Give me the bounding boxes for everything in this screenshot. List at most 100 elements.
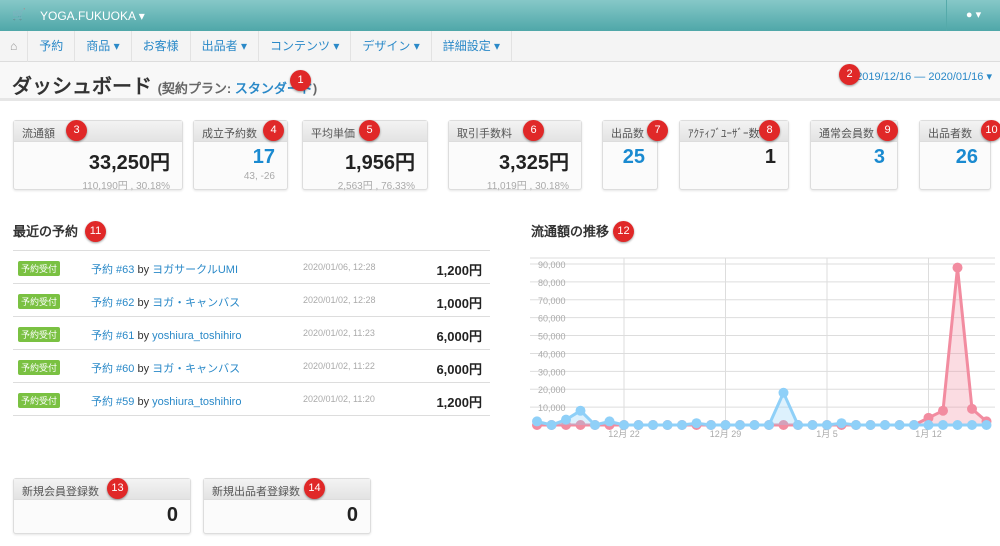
- page-title-text: ダッシュボード: [12, 76, 152, 98]
- reservation-amount: 6,000円: [436, 329, 482, 344]
- data-point: [590, 420, 600, 430]
- stat-value: 0: [346, 504, 358, 526]
- y-tick-label: 30,000: [538, 367, 566, 377]
- by-label: by: [137, 297, 150, 309]
- data-point: [561, 414, 571, 425]
- x-tick-label: 1月 5: [816, 429, 838, 439]
- data-point: [662, 420, 673, 430]
- customer-link[interactable]: ヨガ・キャンバス: [152, 297, 240, 309]
- y-tick-label: 70,000: [538, 296, 566, 306]
- store-switcher[interactable]: YOGA.FUKUOKA ▾: [40, 9, 145, 23]
- nav-contents[interactable]: コンテンツ ▾: [259, 31, 352, 62]
- nav-products[interactable]: 商品 ▾: [75, 31, 132, 62]
- reservation-id[interactable]: 予約 #62: [91, 297, 134, 309]
- data-point: [735, 420, 745, 430]
- data-point: [952, 420, 963, 430]
- stat-comparison: 11,019円 , 30.18%: [486, 181, 569, 192]
- reservation-link[interactable]: 予約 #59 by yoshiura_toshihiro: [91, 393, 241, 409]
- data-point: [532, 416, 542, 427]
- x-tick-label: 1月 12: [915, 429, 942, 439]
- status-badge: 予約受付: [18, 360, 61, 375]
- data-point: [677, 420, 687, 430]
- stat-value: 3: [873, 146, 885, 168]
- chart-title: 流通額の推移: [531, 224, 610, 239]
- data-point: [691, 418, 702, 429]
- date-range-picker[interactable]: 2019/12/16 — 2020/01/16 ▾: [856, 70, 992, 83]
- y-tick-label: 50,000: [538, 332, 566, 342]
- data-point: [967, 403, 977, 414]
- series-line: [537, 267, 988, 427]
- nav-customers[interactable]: お客様: [132, 31, 191, 62]
- status-badge: 予約受付: [18, 327, 61, 342]
- marker: 4: [263, 120, 284, 141]
- by-label: by: [137, 330, 150, 342]
- plan-prefix: (契約プラン:: [157, 81, 235, 96]
- customer-link[interactable]: yoshiura_toshihiro: [152, 330, 241, 342]
- status-badge: 予約受付: [18, 393, 61, 408]
- reservation-id[interactable]: 予約 #60: [91, 363, 134, 375]
- data-point: [749, 420, 760, 430]
- nav-settings[interactable]: 詳細設定 ▾: [432, 31, 513, 62]
- stat-value: 3,325円: [498, 152, 569, 174]
- stat-label: 新規会員登録数: [14, 479, 190, 500]
- plan-suffix: ): [312, 81, 318, 96]
- marker: 3: [66, 120, 87, 141]
- y-tick-label: 90,000: [538, 260, 566, 270]
- customer-link[interactable]: ヨガ・キャンバス: [152, 363, 240, 375]
- user-menu[interactable]: ● ▾: [946, 0, 1000, 31]
- recent-reservations-list: 予約受付 予約 #63 by ヨガサークルUMI 2020/01/06, 12:…: [13, 250, 490, 416]
- table-row: 予約受付 予約 #62 by ヨガ・キャンバス 2020/01/02, 12:2…: [13, 284, 490, 317]
- reservation-id[interactable]: 予約 #61: [91, 330, 134, 342]
- stat-card-new-members: 新規会員登録数 0: [13, 478, 191, 534]
- home-icon[interactable]: ⌂: [0, 31, 29, 62]
- marker: 7: [647, 120, 668, 141]
- reservation-link[interactable]: 予約 #63 by ヨガサークルUMI: [91, 261, 238, 277]
- nav-sellers[interactable]: 出品者 ▾: [191, 31, 259, 62]
- table-row: 予約受付 予約 #63 by ヨガサークルUMI 2020/01/06, 12:…: [13, 251, 490, 284]
- reservation-id[interactable]: 予約 #59: [91, 396, 134, 408]
- marker: 10: [981, 120, 1000, 141]
- y-tick-label: 80,000: [538, 278, 566, 288]
- status-badge: 予約受付: [18, 294, 61, 309]
- data-point: [938, 405, 948, 416]
- stat-value: 17: [252, 146, 275, 168]
- marker: 12: [613, 221, 634, 242]
- reservation-link[interactable]: 予約 #60 by ヨガ・キャンバス: [91, 360, 240, 376]
- stat-value: 25: [622, 146, 645, 168]
- reservation-amount: 1,200円: [436, 263, 482, 278]
- data-point: [575, 405, 586, 416]
- cart-icon[interactable]: 🛒: [12, 8, 26, 21]
- nav-reservations[interactable]: 予約: [28, 31, 76, 62]
- marker: 11: [85, 221, 106, 242]
- stat-comparison: 110,190円 , 30.18%: [82, 181, 170, 192]
- nav-design[interactable]: デザイン ▾: [351, 31, 432, 62]
- table-row: 予約受付 予約 #61 by yoshiura_toshihiro 2020/0…: [13, 317, 490, 350]
- customer-link[interactable]: ヨガサークルUMI: [152, 264, 238, 276]
- data-point: [604, 416, 615, 427]
- data-point: [648, 420, 658, 430]
- y-tick-label: 20,000: [538, 385, 566, 395]
- reservation-date: 2020/01/02, 11:22: [303, 361, 375, 371]
- reservation-amount: 1,000円: [436, 296, 482, 311]
- status-badge: 予約受付: [18, 261, 61, 276]
- data-point: [778, 387, 789, 398]
- data-point: [894, 420, 905, 430]
- customer-link[interactable]: yoshiura_toshihiro: [152, 396, 241, 408]
- stat-card: 流通額 33,250円 110,190円 , 30.18%: [13, 120, 183, 192]
- reservation-link[interactable]: 予約 #61 by yoshiura_toshihiro: [91, 327, 241, 343]
- data-point: [807, 420, 818, 430]
- marker: 1: [290, 70, 311, 91]
- series-line: [536, 389, 987, 427]
- data-point: [793, 420, 803, 430]
- data-point: [938, 420, 948, 430]
- stat-value: 33,250円: [88, 152, 170, 174]
- reservation-id[interactable]: 予約 #63: [91, 264, 134, 276]
- marker: 14: [304, 478, 325, 499]
- reservation-link[interactable]: 予約 #62 by ヨガ・キャンバス: [91, 294, 240, 310]
- data-point: [923, 420, 934, 430]
- data-point: [981, 420, 992, 430]
- marker: 6: [523, 120, 544, 141]
- stat-comparison: 2,563円 , 76.33%: [337, 181, 415, 192]
- x-tick-label: 12月 29: [710, 429, 742, 439]
- data-point: [720, 420, 731, 430]
